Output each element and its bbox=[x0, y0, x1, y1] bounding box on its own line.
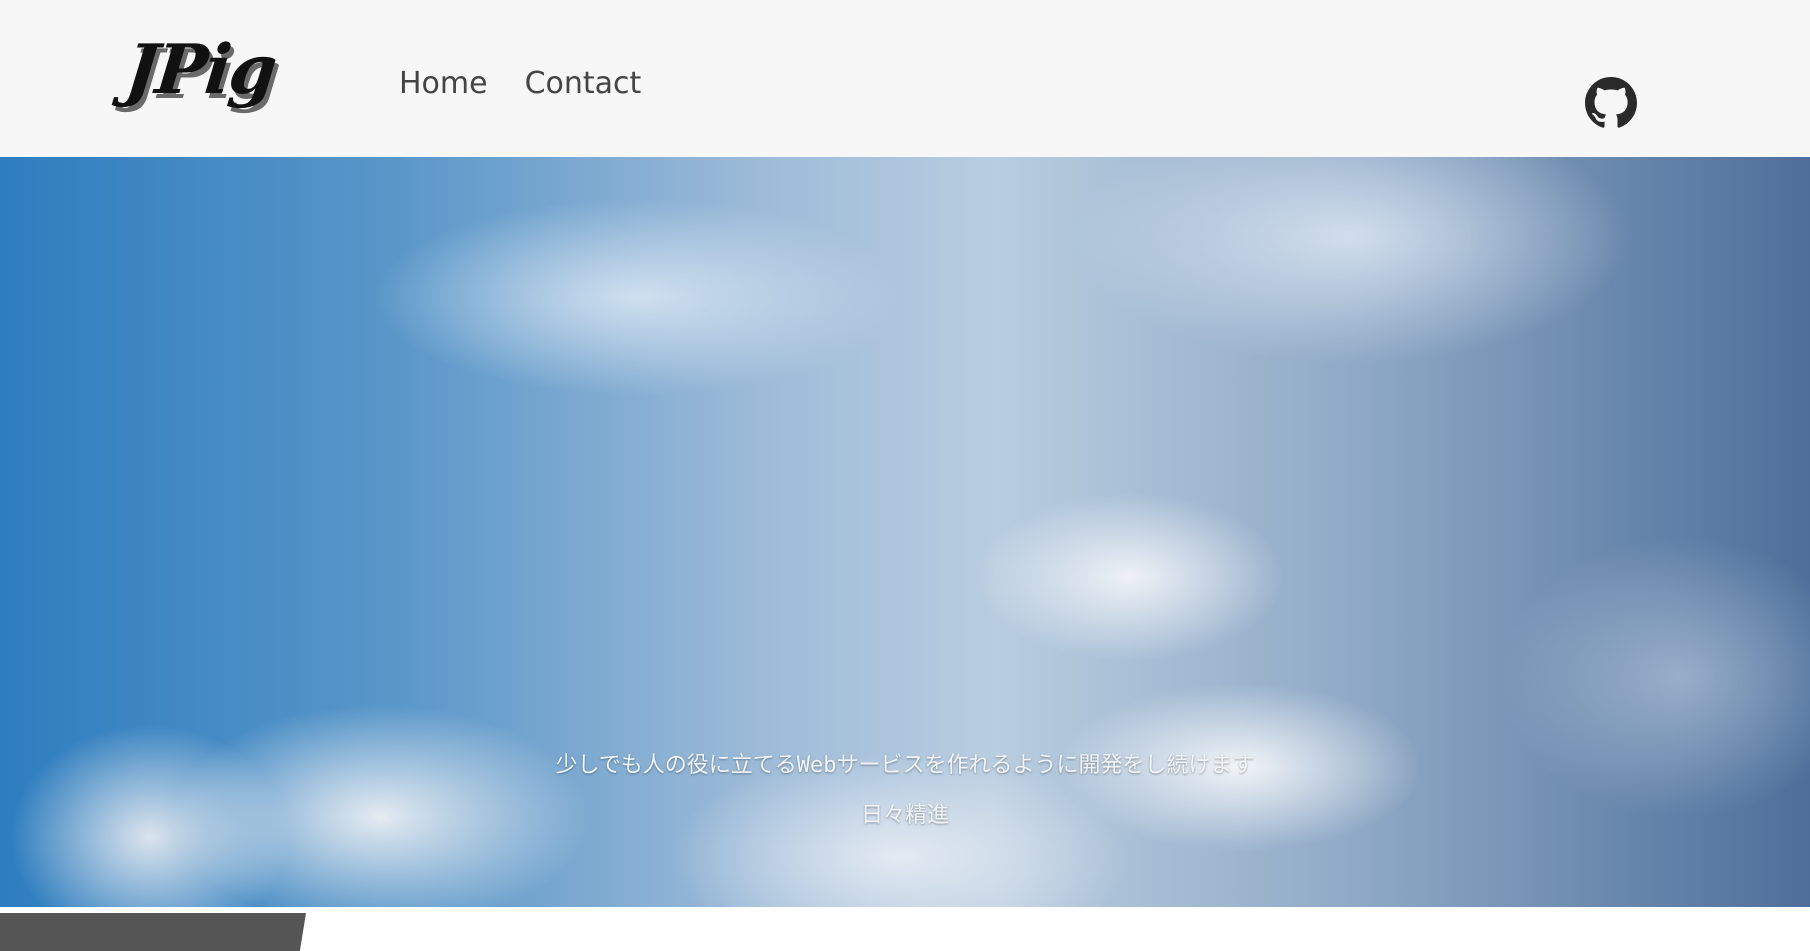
github-icon[interactable] bbox=[1585, 77, 1637, 129]
site-header: JPig Home Contact bbox=[0, 0, 1810, 157]
site-logo[interactable]: JPig bbox=[122, 30, 279, 110]
hero-tagline: 少しでも人の役に立てるWebサービスを作れるように開発をし続けます bbox=[555, 753, 1255, 778]
hero-motto: 日々精進 bbox=[860, 803, 949, 828]
section-tab bbox=[0, 913, 306, 951]
main-nav: Home Contact bbox=[399, 66, 641, 101]
nav-home-link[interactable]: Home bbox=[399, 66, 488, 101]
hero-banner: 少しでも人の役に立てるWebサービスを作れるように開発をし続けます 日々精進 bbox=[0, 157, 1810, 907]
nav-contact-link[interactable]: Contact bbox=[525, 66, 642, 101]
